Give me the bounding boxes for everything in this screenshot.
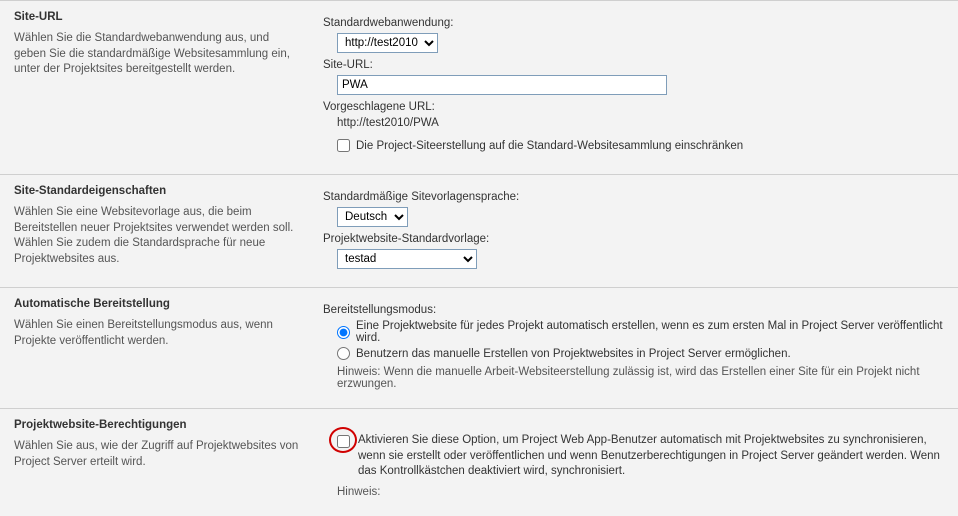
prov-mode-hint: Hinweis: Wenn die manuelle Arbeit-Websit…	[337, 366, 944, 390]
site-std-desc: Wählen Sie eine Websitevorlage aus, die …	[14, 205, 301, 267]
std-webapp-select[interactable]: http://test2010	[337, 33, 438, 53]
section-auto-prov: Automatische Bereitstellung Wählen Sie e…	[0, 287, 958, 408]
restrict-creation-label: Die Project-Siteerstellung auf die Stand…	[356, 140, 743, 152]
template-lang-label: Standardmäßige Sitevorlagensprache:	[323, 191, 944, 203]
prov-mode-manual-label: Benutzern das manuelle Erstellen von Pro…	[356, 348, 791, 360]
perms-hint-label: Hinweis:	[337, 486, 944, 498]
template-lang-select[interactable]: Deutsch	[337, 207, 408, 227]
right-col-site-url: Standardwebanwendung: http://test2010 Si…	[319, 11, 944, 156]
section-site-std: Site-Standardeigenschaften Wählen Sie ei…	[0, 174, 958, 287]
prov-mode-label: Bereitstellungsmodus:	[323, 304, 944, 316]
template-label: Projektwebsite-Standardvorlage:	[323, 233, 944, 245]
left-col-site-std: Site-Standardeigenschaften Wählen Sie ei…	[14, 185, 319, 269]
left-col-auto-prov: Automatische Bereitstellung Wählen Sie e…	[14, 298, 319, 390]
auto-prov-title: Automatische Bereitstellung	[14, 298, 301, 310]
prov-mode-auto-radio[interactable]	[337, 326, 350, 339]
site-url-title: Site-URL	[14, 11, 301, 23]
suggested-url-value: http://test2010/PWA	[337, 117, 944, 129]
sync-permissions-label: Aktivieren Sie diese Option, um Project …	[358, 433, 944, 480]
site-url-desc: Wählen Sie die Standardwebanwendung aus,…	[14, 31, 301, 78]
restrict-creation-checkbox[interactable]	[337, 139, 350, 152]
template-select[interactable]: testad	[337, 249, 477, 269]
suggested-url-label: Vorgeschlagene URL:	[323, 101, 944, 113]
perms-title: Projektwebsite-Berechtigungen	[14, 419, 301, 431]
perms-desc: Wählen Sie aus, wie der Zugriff auf Proj…	[14, 439, 301, 470]
auto-prov-desc: Wählen Sie einen Bereitstellungsmodus au…	[14, 318, 301, 349]
right-col-perms: Aktivieren Sie diese Option, um Project …	[319, 419, 944, 498]
left-col-perms: Projektwebsite-Berechtigungen Wählen Sie…	[14, 419, 319, 498]
std-webapp-label: Standardwebanwendung:	[323, 17, 944, 29]
right-col-site-std: Standardmäßige Sitevorlagensprache: Deut…	[319, 185, 944, 269]
section-site-url: Site-URL Wählen Sie die Standardwebanwen…	[0, 0, 958, 174]
site-url-field-label: Site-URL:	[323, 59, 944, 71]
right-col-auto-prov: Bereitstellungsmodus: Eine Projektwebsit…	[319, 298, 944, 390]
site-url-input[interactable]	[337, 75, 667, 95]
prov-mode-manual-radio[interactable]	[337, 347, 350, 360]
section-perms: Projektwebsite-Berechtigungen Wählen Sie…	[0, 408, 958, 516]
site-std-title: Site-Standardeigenschaften	[14, 185, 301, 197]
prov-mode-auto-label: Eine Projektwebsite für jedes Projekt au…	[356, 320, 944, 344]
left-col-site-url: Site-URL Wählen Sie die Standardwebanwen…	[14, 11, 319, 156]
sync-permissions-checkbox[interactable]	[337, 435, 350, 448]
